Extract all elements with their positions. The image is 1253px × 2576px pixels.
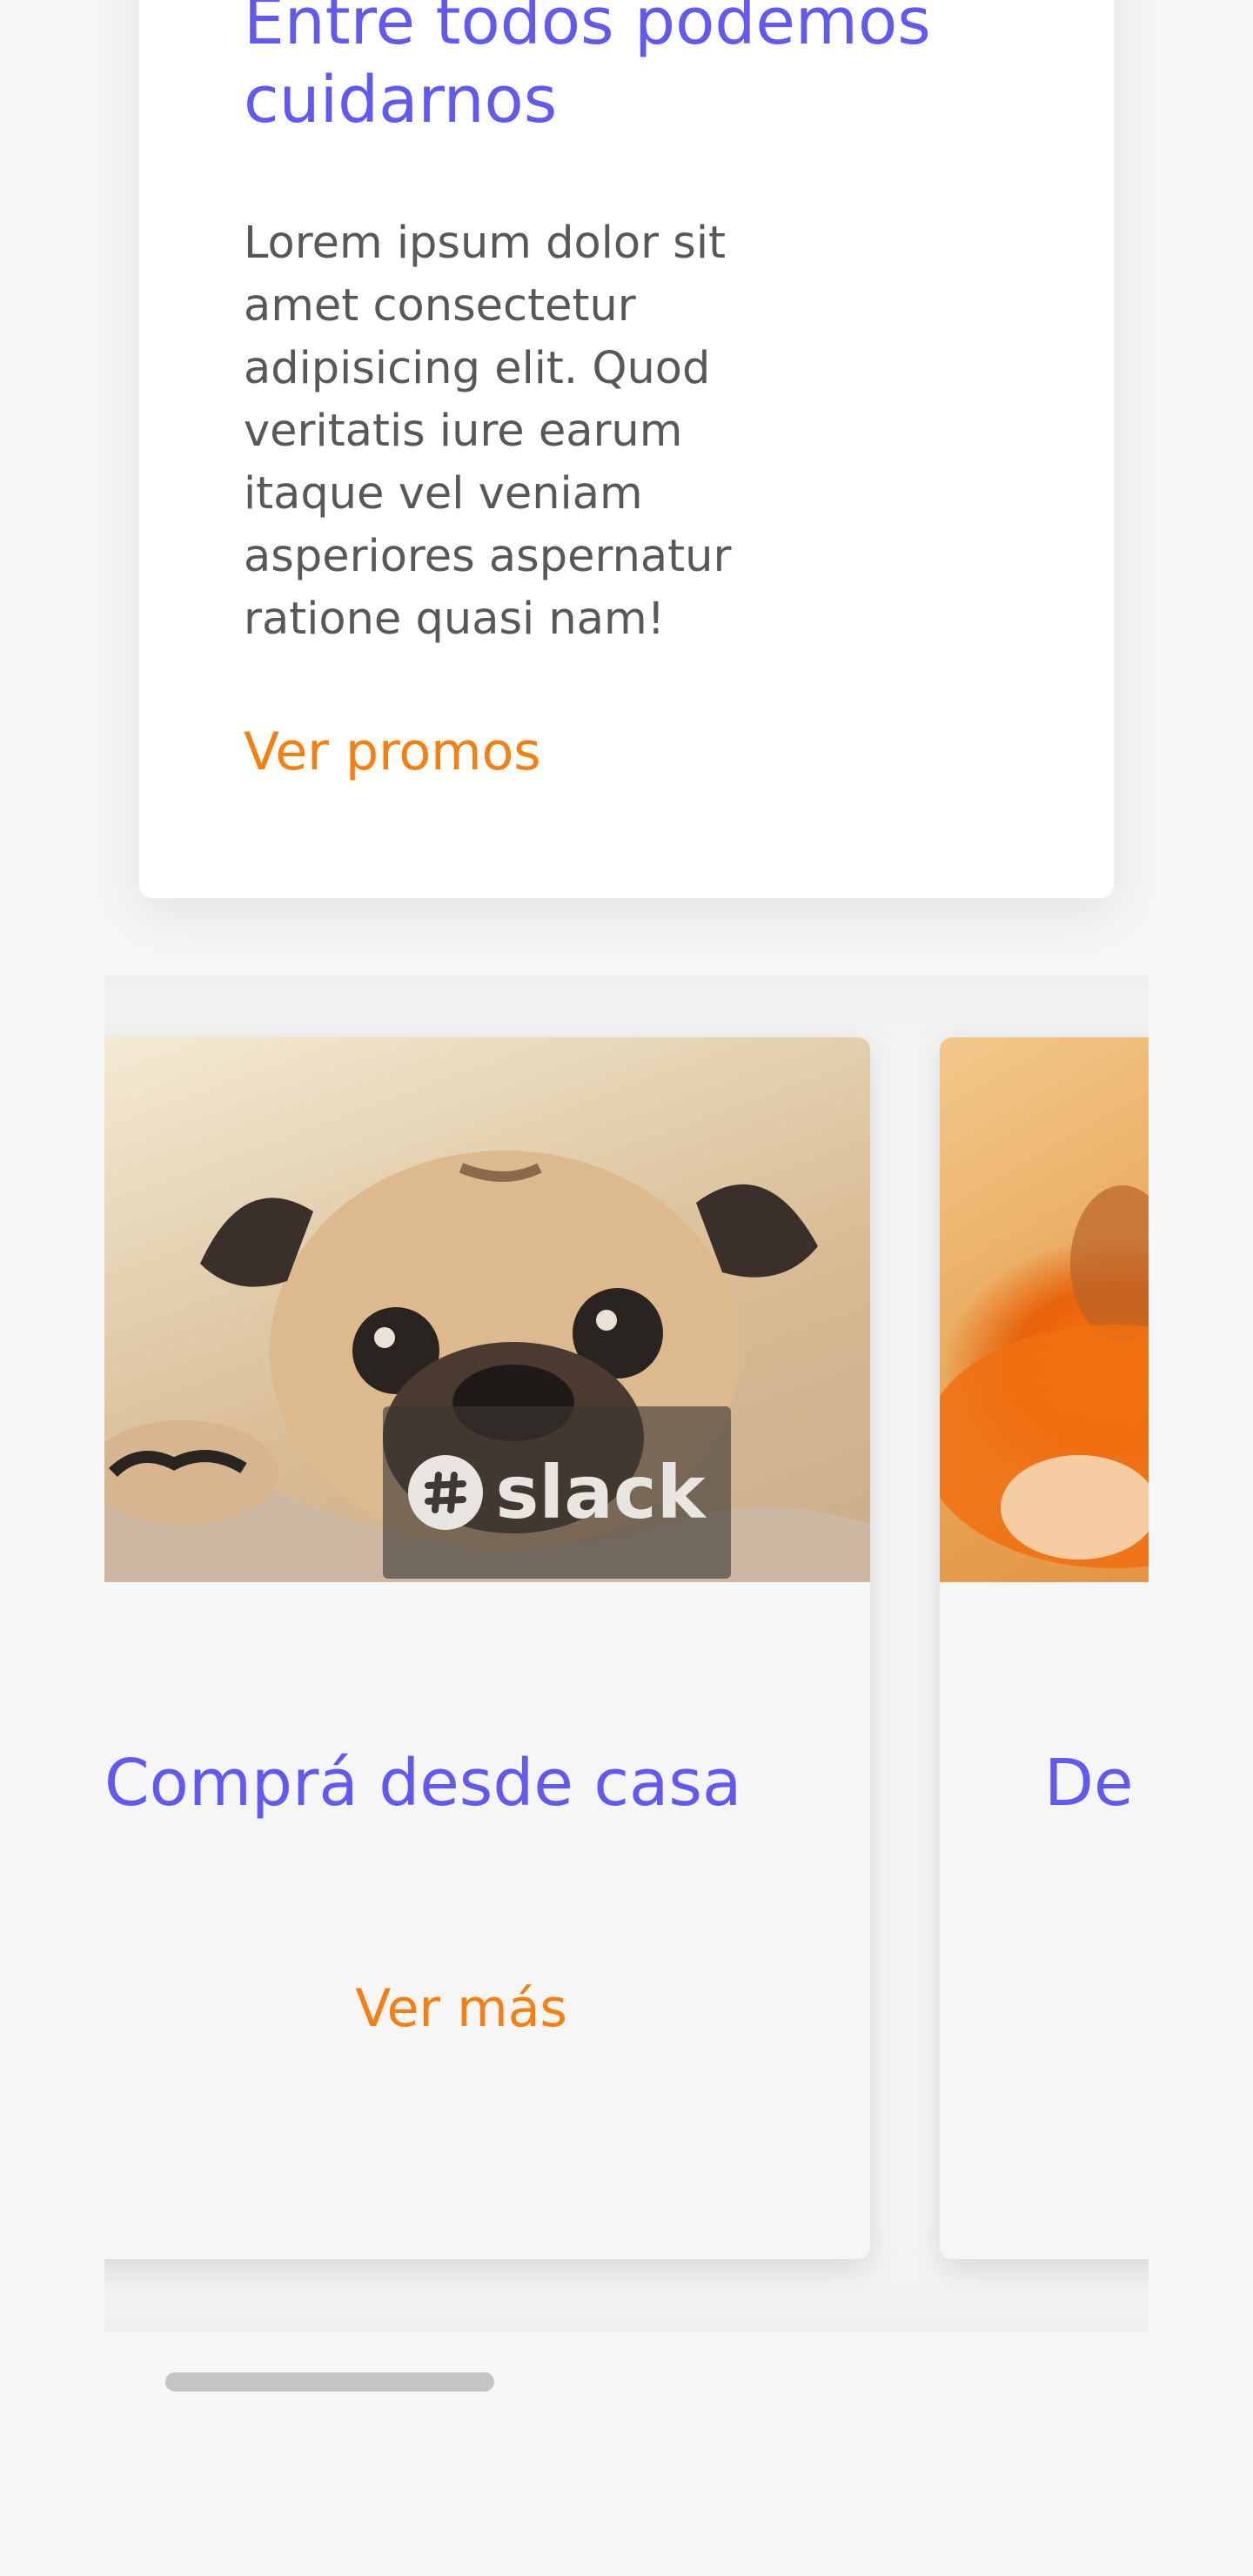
promo-card: Entre todos podemos cuidarnos Lorem ipsu… — [139, 0, 1114, 898]
carousel-slide[interactable]: De — [940, 1037, 1149, 2259]
slack-logo-icon — [408, 1455, 484, 1530]
slide-title: Comprá desde casa — [104, 1746, 742, 1821]
carousel-scrollbar-thumb[interactable] — [165, 2372, 494, 2392]
carousel[interactable]: slack Comprá desde casa Ver más De — [104, 975, 1149, 2332]
slide-image-food — [940, 1037, 1149, 1582]
carousel-scrollbar[interactable] — [165, 2372, 1070, 2392]
see-more-link[interactable]: Ver más — [104, 1977, 870, 2040]
slide-title: De — [1044, 1746, 1134, 1821]
carousel-track: slack Comprá desde casa Ver más De — [104, 1037, 1149, 2273]
promo-body: Lorem ipsum dolor sit amet consectetur a… — [244, 218, 732, 645]
promo-title: Entre todos podemos cuidarnos — [244, 0, 931, 138]
slide-image-pug: slack — [104, 1037, 870, 1582]
see-promos-link[interactable]: Ver promos — [244, 721, 541, 783]
carousel-slide[interactable]: slack Comprá desde casa Ver más — [104, 1037, 870, 2259]
food-illustration — [940, 1185, 1149, 1568]
slack-wordmark: slack — [495, 1450, 706, 1535]
slack-logo-overlay: slack — [383, 1406, 731, 1579]
